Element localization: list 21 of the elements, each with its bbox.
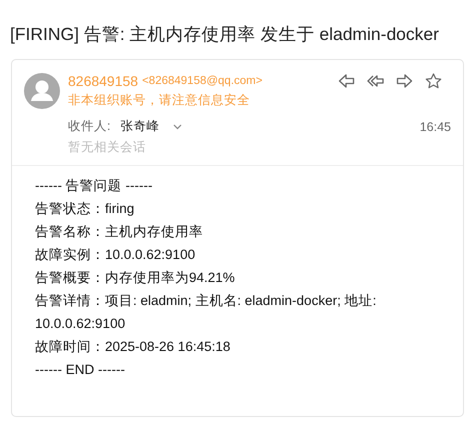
email-subject: [FIRING] 告警: 主机内存使用率 发生于 eladmin-docker (10, 23, 440, 45)
reply-icon[interactable] (338, 73, 355, 89)
reply-all-icon[interactable] (367, 73, 384, 89)
recipient-label: 收件人: (68, 118, 110, 135)
conversation-note: 暂无相关会话 (68, 139, 147, 156)
recipient-name[interactable]: 张奇峰 (120, 118, 160, 135)
avatar-icon (24, 73, 60, 109)
star-icon[interactable] (425, 73, 442, 89)
message-line: 故障时间：2025-08-26 16:45:18 (35, 338, 232, 356)
message-line: 告警详情：项目: eladmin; 主机名: eladmin-docker; 地址: 10.0.0.62:9100 (35, 292, 378, 333)
message-line: 告警名称：主机内存使用率 (35, 223, 204, 241)
security-warning: 非本组织账号，请注意信息安全 (68, 92, 251, 109)
message-line: 告警概要：内存使用率为94.21% (35, 269, 236, 287)
message-line: ------ 告警问题 ------ (35, 177, 154, 195)
sender-address: <826849158@qq.com> (142, 75, 262, 87)
message-line: ------ END ------ (35, 361, 126, 379)
message-line: 告警状态：firing (35, 200, 136, 218)
chevron-down-icon[interactable] (173, 124, 182, 130)
forward-icon[interactable] (396, 73, 413, 89)
message-line: 故障实例：10.0.0.62:9100 (35, 246, 196, 264)
received-time: 16:45 (420, 120, 451, 134)
